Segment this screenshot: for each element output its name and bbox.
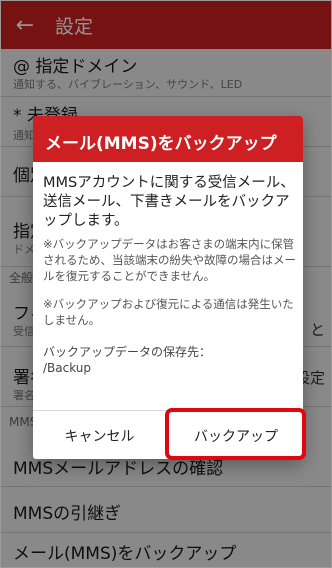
cancel-button[interactable]: キャンセル bbox=[33, 411, 166, 460]
dialog-message: MMSアカウントに関する受信メール、送信メール、下書きメールをバックアップします… bbox=[43, 175, 295, 229]
dialog-title: メール(MMS)をバックアップ bbox=[33, 116, 303, 162]
dialog-note: ※バックアップおよび復元による通信は発生いたしません。 bbox=[43, 297, 294, 327]
highlight-frame bbox=[165, 408, 306, 460]
dialog-note: ※バックアップデータはお客さまの端末内に保管されるため、当該端末の紛失や故障の場… bbox=[43, 237, 296, 283]
backup-path-value: /Backup bbox=[43, 361, 92, 375]
screen: ← 設定 @ 指定ドメイン 通知する、バイブレーション、サウンド、LED * 未… bbox=[0, 0, 332, 568]
backup-path-label: バックアップデータの保存先： bbox=[43, 345, 212, 359]
